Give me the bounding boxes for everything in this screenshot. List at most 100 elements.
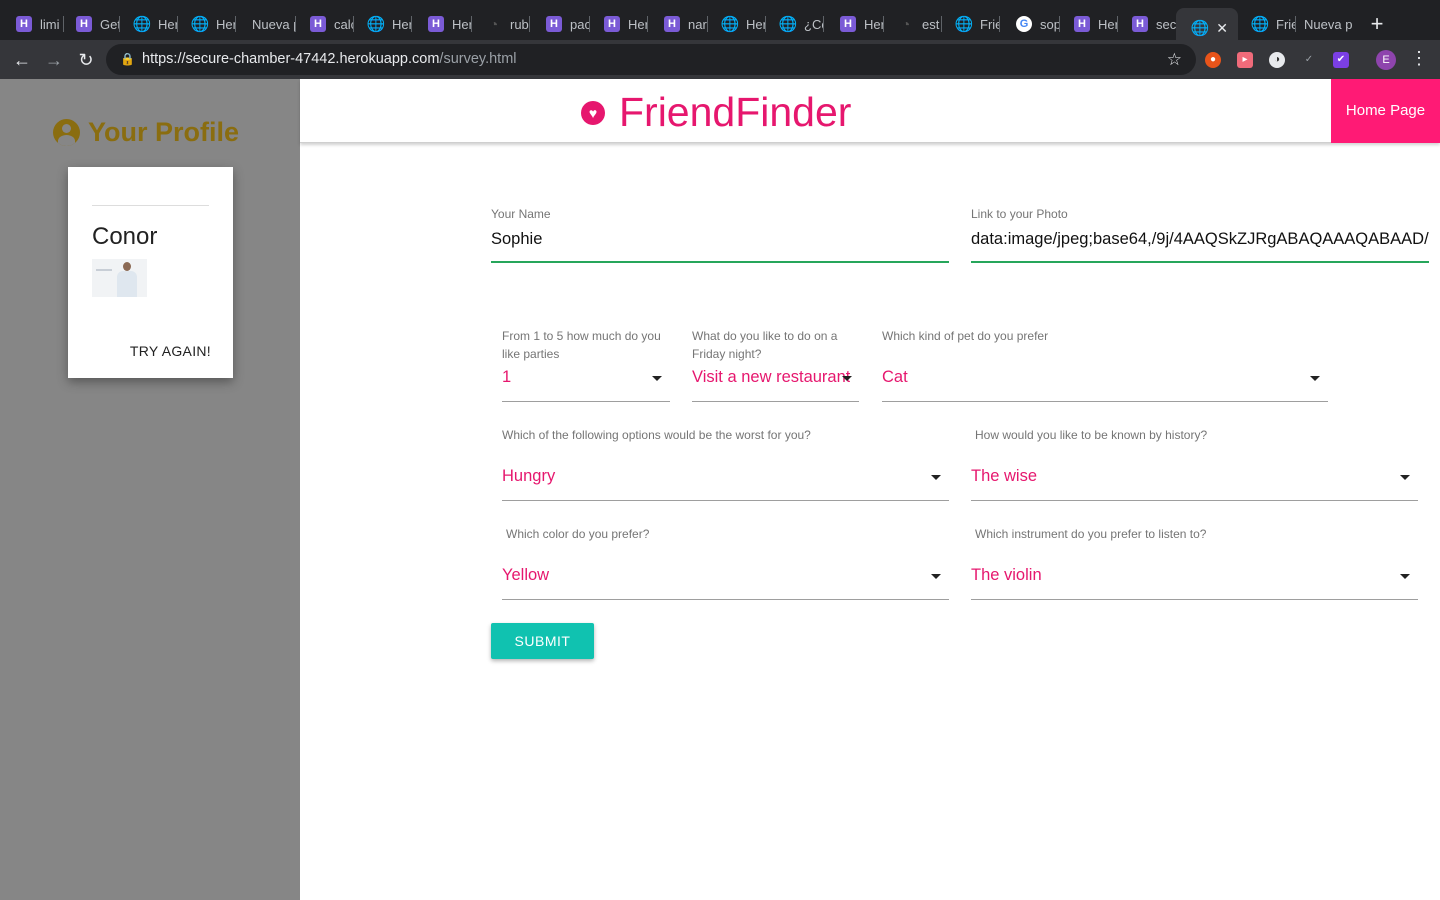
photo-label: Link to your Photo	[971, 207, 1068, 221]
profile-sidebar: Your Profile Conor TRY AGAIN!	[0, 79, 300, 900]
history-select[interactable]: The wise	[971, 467, 1371, 486]
friday-select[interactable]: Visit a new restaurant	[692, 368, 850, 387]
url-host: https://secure-chamber-47442.herokuapp.c…	[142, 51, 440, 67]
photo-input[interactable]: data:image/jpeg;base64,/9j/4AAQSkZJRgABA…	[971, 230, 1429, 249]
extension-icon[interactable]: ✓	[1301, 52, 1317, 68]
browser-tab[interactable]: Hnar	[648, 8, 708, 40]
browser-tab[interactable]: H Get	[60, 8, 120, 40]
browser-tab[interactable]: Hsec	[1116, 8, 1176, 40]
lock-icon: 🔒	[120, 52, 135, 66]
heroku-icon: H	[1132, 16, 1148, 32]
globe-icon: 🌐	[132, 16, 152, 33]
heroku-icon: H	[310, 16, 326, 32]
browser-tab[interactable]: Hcalc	[294, 8, 354, 40]
globe-icon: 🌐	[1190, 20, 1210, 37]
extension-icon[interactable]: ◑	[1269, 52, 1285, 68]
friday-underline	[692, 401, 859, 402]
heroku-icon: H	[546, 16, 562, 32]
heroku-icon: H	[16, 16, 32, 32]
globe-icon: 🌐	[954, 16, 974, 33]
try-again-link[interactable]: TRY AGAIN!	[130, 343, 211, 359]
extension-icon[interactable]: ●	[1205, 52, 1221, 68]
browser-tab[interactable]: ◔ rub	[470, 8, 530, 40]
page: Your Profile Conor TRY AGAIN! ♥ FriendFi…	[0, 79, 1440, 900]
globe-icon: 🌐	[1250, 16, 1270, 33]
globe-icon: 🌐	[720, 16, 740, 33]
browser-tab[interactable]: 🌐 Frie	[940, 8, 1000, 40]
heroku-icon: H	[76, 16, 92, 32]
instrument-underline	[971, 599, 1418, 600]
chevron-down-icon[interactable]	[1400, 574, 1410, 579]
chevron-down-icon[interactable]	[1400, 475, 1410, 480]
github-icon: ◔	[901, 16, 911, 32]
name-input[interactable]: Sophie	[491, 230, 946, 249]
chevron-down-icon[interactable]	[1310, 376, 1320, 381]
friday-label: What do you like to do on a Friday night…	[692, 329, 838, 361]
color-underline	[502, 599, 949, 600]
browser-tab[interactable]: Hlimi	[0, 8, 64, 40]
color-label: Which color do you prefer?	[506, 527, 650, 541]
globe-icon: 🌐	[190, 16, 210, 33]
browser-tab[interactable]: Hpac	[530, 8, 590, 40]
heart-icon: ♥	[581, 100, 605, 125]
browser-tab[interactable]: H Her	[412, 8, 472, 40]
browser-tab[interactable]: Nueva p	[1288, 8, 1354, 40]
chevron-down-icon[interactable]	[652, 376, 662, 381]
new-tab-icon[interactable]: +	[1366, 12, 1388, 36]
instrument-select[interactable]: The violin	[971, 566, 1371, 585]
home-page-button[interactable]: Home Page	[1331, 79, 1440, 143]
worst-underline	[502, 500, 949, 501]
color-select[interactable]: Yellow	[502, 566, 902, 585]
profile-title: Your Profile	[53, 117, 239, 148]
parties-label: From 1 to 5 how much do you like parties	[502, 329, 661, 361]
browser-tab[interactable]: 🌐 Her	[118, 8, 178, 40]
chevron-down-icon[interactable]	[842, 376, 852, 381]
address-bar[interactable]: 🔒 https://secure-chamber-47442.herokuapp…	[106, 44, 1196, 75]
browser-tab[interactable]: 🌐 Her	[176, 8, 236, 40]
pet-underline	[882, 401, 1328, 402]
browser-tab[interactable]: H Her	[588, 8, 648, 40]
profile-name: Conor	[92, 223, 158, 250]
instrument-label: Which instrument do you prefer to listen…	[975, 527, 1207, 541]
browser-tab[interactable]: H Her	[824, 8, 884, 40]
chevron-down-icon[interactable]	[931, 475, 941, 480]
app-header: ♥ FriendFinder Home Page	[300, 79, 1440, 143]
pet-select[interactable]: Cat	[882, 368, 1282, 387]
history-label: How would you like to be known by histor…	[975, 428, 1208, 442]
history-underline	[971, 500, 1418, 501]
browser-tab[interactable]: Nueva p	[236, 8, 296, 40]
back-icon[interactable]: ←	[10, 48, 34, 72]
reload-icon[interactable]: ↻	[74, 48, 98, 72]
heroku-icon: H	[840, 16, 856, 32]
browser-tab[interactable]: 🌐 Her	[352, 8, 412, 40]
forward-icon[interactable]: →	[42, 48, 66, 72]
extension-icon[interactable]: ✔	[1333, 52, 1349, 68]
browser-tab[interactable]: 🌐¿Cc	[764, 8, 824, 40]
parties-underline	[502, 401, 670, 402]
extension-icon[interactable]: ▸	[1237, 52, 1253, 68]
browser-toolbar: ← → ↻ 🔒 https://secure-chamber-47442.her…	[0, 40, 1440, 79]
pet-label: Which kind of pet do you prefer	[882, 329, 1049, 343]
heroku-icon: H	[428, 16, 444, 32]
browser-tab[interactable]: H Her	[1058, 8, 1118, 40]
browser-tab[interactable]: Gsop	[1000, 8, 1060, 40]
photo-underline	[971, 261, 1429, 263]
heroku-icon: H	[604, 16, 620, 32]
browser-tab[interactable]: ◔ est	[882, 8, 942, 40]
browser-tab[interactable]: 🌐 Her	[706, 8, 766, 40]
heroku-icon: H	[1074, 16, 1090, 32]
chevron-down-icon[interactable]	[931, 574, 941, 579]
profile-photo	[92, 259, 147, 297]
brand-logo[interactable]: ♥ FriendFinder	[581, 89, 851, 136]
github-icon: ◔	[489, 16, 499, 32]
browser-tab[interactable]: 🌐 Frie	[1236, 8, 1296, 40]
profile-avatar[interactable]: E	[1376, 50, 1396, 70]
close-tab-icon[interactable]: ✕	[1216, 20, 1228, 37]
parties-select[interactable]: 1	[502, 368, 642, 387]
menu-kebab-icon[interactable]: ⋮	[1410, 48, 1428, 69]
submit-button[interactable]: SUBMIT	[491, 623, 594, 659]
profile-card: Conor TRY AGAIN!	[68, 167, 233, 378]
worst-select[interactable]: Hungry	[502, 467, 902, 486]
google-icon: G	[1016, 16, 1032, 32]
bookmark-star-icon[interactable]: ☆	[1167, 44, 1182, 75]
